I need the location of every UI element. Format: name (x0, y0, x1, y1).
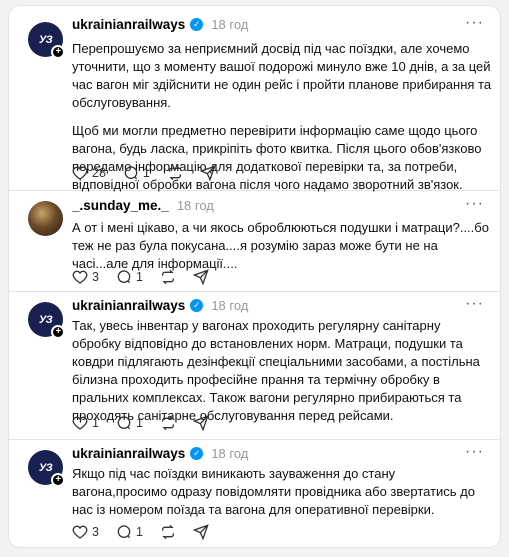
post-text: Так, увесь інвентар у вагонах проходить … (72, 317, 492, 425)
username[interactable]: ukrainianrailways (72, 298, 185, 313)
avatar[interactable] (28, 201, 63, 236)
more-dots-icon[interactable]: ··· (465, 443, 484, 461)
more-dots-icon[interactable]: ··· (465, 195, 484, 213)
plus-icon[interactable]: + (51, 45, 65, 59)
repost-icon (168, 165, 181, 181)
heart-icon (72, 525, 88, 539)
repost-icon (161, 269, 174, 285)
repost-button[interactable] (167, 165, 183, 181)
post-header: ukrainianrailways ✓ 18 год (72, 298, 248, 313)
share-button[interactable] (192, 269, 209, 285)
share-icon (192, 269, 209, 285)
plus-icon[interactable]: + (51, 473, 65, 487)
post-header: ukrainianrailways ✓ 18 год (72, 446, 248, 461)
post-paragraph: Так, увесь інвентар у вагонах проходить … (72, 318, 480, 423)
post-actions: 3 1 (72, 524, 209, 540)
heart-icon (72, 166, 88, 180)
thread-card: УЗ + ukrainianrailways ✓ 18 год ··· Пере… (8, 5, 501, 548)
share-icon (192, 415, 209, 431)
reply-count: 1 (142, 166, 150, 180)
timestamp[interactable]: 18 год (211, 298, 248, 313)
plus-icon[interactable]: + (51, 325, 65, 339)
comment-icon (117, 525, 131, 539)
like-button[interactable]: 3 (72, 269, 99, 285)
post-actions: 3 1 (72, 269, 209, 285)
reply-count: 1 (135, 270, 143, 284)
avatar-logo-text: УЗ (38, 33, 53, 46)
username[interactable]: ukrainianrailways (72, 17, 185, 32)
heart-icon (72, 270, 88, 284)
avatar[interactable]: УЗ + (28, 450, 65, 487)
post-text: А от і мені цікаво, а чи якось оброблюют… (72, 219, 492, 273)
timestamp[interactable]: 18 год (211, 17, 248, 32)
thread-post: УЗ + ukrainianrailways ✓ 18 год ··· Пере… (9, 6, 500, 192)
share-button[interactable] (199, 165, 216, 181)
like-button[interactable]: 1 (72, 415, 99, 431)
share-button[interactable] (192, 524, 209, 540)
comment-icon (124, 166, 138, 180)
like-button[interactable]: 3 (72, 524, 99, 540)
like-count: 28 (92, 166, 106, 180)
more-dots-icon[interactable]: ··· (465, 295, 484, 313)
reply-button[interactable]: 1 (116, 269, 143, 285)
avatar[interactable]: УЗ + (28, 302, 65, 339)
verified-badge-icon: ✓ (190, 18, 204, 31)
share-button[interactable] (192, 415, 209, 431)
more-dots-icon[interactable]: ··· (465, 14, 484, 32)
comment-icon (117, 270, 131, 284)
avatar-logo-text: УЗ (38, 313, 53, 326)
like-count: 3 (92, 525, 99, 539)
thread-post: УЗ + ukrainianrailways ✓ 18 год ··· Так,… (9, 292, 500, 440)
repost-button[interactable] (160, 524, 176, 540)
avatar-logo-text: УЗ (38, 461, 53, 474)
like-count: 1 (92, 416, 99, 430)
post-paragraph: Щоб ми могли предметно перевірити інформ… (72, 123, 482, 192)
timestamp[interactable]: 18 год (211, 446, 248, 461)
post-text: Якщо під час поїздки виникають зауваженн… (72, 465, 492, 519)
post-header: _.sunday_me._ 18 год (72, 198, 214, 213)
share-icon (192, 524, 209, 540)
reply-count: 1 (135, 525, 143, 539)
post-actions: 28 1 (72, 165, 216, 181)
verified-badge-icon: ✓ (190, 299, 204, 312)
repost-button[interactable] (160, 269, 176, 285)
post-paragraph: Якщо під час поїздки виникають зауваженн… (72, 466, 475, 517)
post-paragraph: А от і мені цікаво, а чи якось оброблюют… (72, 220, 489, 271)
post-actions: 1 1 (72, 415, 209, 431)
comment-icon (117, 416, 131, 430)
like-button[interactable]: 28 (72, 165, 106, 181)
heart-icon (72, 416, 88, 430)
username[interactable]: ukrainianrailways (72, 446, 185, 461)
username[interactable]: _.sunday_me._ (72, 198, 169, 213)
repost-icon (161, 415, 174, 431)
post-header: ukrainianrailways ✓ 18 год (72, 17, 248, 32)
like-count: 3 (92, 270, 99, 284)
repost-icon (161, 524, 174, 540)
repost-button[interactable] (160, 415, 176, 431)
timestamp[interactable]: 18 год (177, 198, 214, 213)
thread-post: УЗ + ukrainianrailways ✓ 18 год ··· Якщо… (9, 440, 500, 547)
thread-post: _.sunday_me._ 18 год ··· А от і мені цік… (9, 191, 500, 292)
avatar[interactable]: УЗ + (28, 22, 65, 59)
reply-button[interactable]: 1 (116, 524, 143, 540)
verified-badge-icon: ✓ (190, 447, 204, 460)
reply-button[interactable]: 1 (116, 415, 143, 431)
reply-count: 1 (135, 416, 143, 430)
post-paragraph: Перепрошуємо за неприємний досвід під ча… (72, 41, 492, 110)
reply-button[interactable]: 1 (123, 165, 150, 181)
share-icon (199, 165, 216, 181)
